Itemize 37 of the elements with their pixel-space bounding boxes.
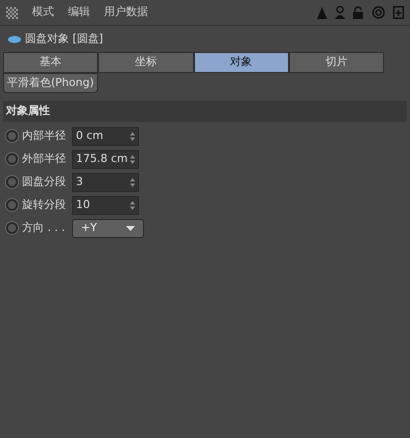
tab[interactable]: 平滑着色(Phong) — [3, 72, 98, 93]
menu-item[interactable]: 编辑 — [68, 4, 90, 21]
spinner-icon[interactable] — [130, 154, 135, 164]
arrow-up-icon[interactable] — [317, 6, 327, 18]
section-header: 对象属性 — [3, 101, 407, 122]
property-label: 外部半径 — [22, 150, 67, 167]
number-field[interactable]: 175.8 cm — [72, 150, 139, 168]
spinner-icon[interactable] — [130, 200, 135, 210]
property-label: 旋转分段 — [22, 196, 67, 213]
new-window-icon[interactable] — [393, 6, 404, 19]
animation-radio[interactable] — [6, 130, 18, 142]
property-label: 圆盘分段 — [22, 174, 67, 190]
number-field[interactable]: 10 — [72, 196, 139, 214]
tab[interactable]: 坐标 — [98, 52, 194, 72]
tab[interactable]: 对象 — [194, 52, 289, 72]
disc-icon — [8, 36, 21, 42]
caret-icon — [126, 226, 135, 230]
person-icon[interactable] — [335, 6, 345, 19]
dropdown[interactable]: +Y — [72, 218, 144, 238]
tab[interactable]: 切片 — [288, 52, 384, 72]
animation-radio[interactable] — [6, 176, 18, 188]
number-field[interactable]: 3 — [72, 172, 139, 192]
lock-icon[interactable] — [353, 6, 364, 19]
object-title: 圆盘对象 [圆盘] — [25, 30, 104, 47]
grid-icon[interactable] — [6, 6, 18, 18]
spinner-icon[interactable] — [130, 132, 135, 140]
tab[interactable]: 基本 — [3, 52, 98, 72]
number-field[interactable]: 0 cm — [72, 126, 139, 146]
property-label: 内部半径 — [22, 128, 67, 144]
animation-radio[interactable] — [6, 222, 18, 234]
target-icon[interactable] — [372, 6, 385, 19]
spinner-icon[interactable] — [130, 178, 135, 186]
menu-item[interactable]: 模式 — [32, 4, 54, 21]
animation-radio[interactable] — [6, 199, 18, 211]
animation-radio[interactable] — [6, 153, 18, 165]
property-label: 方向 . . . — [22, 220, 66, 236]
menu-item[interactable]: 用户数据 — [104, 4, 148, 21]
